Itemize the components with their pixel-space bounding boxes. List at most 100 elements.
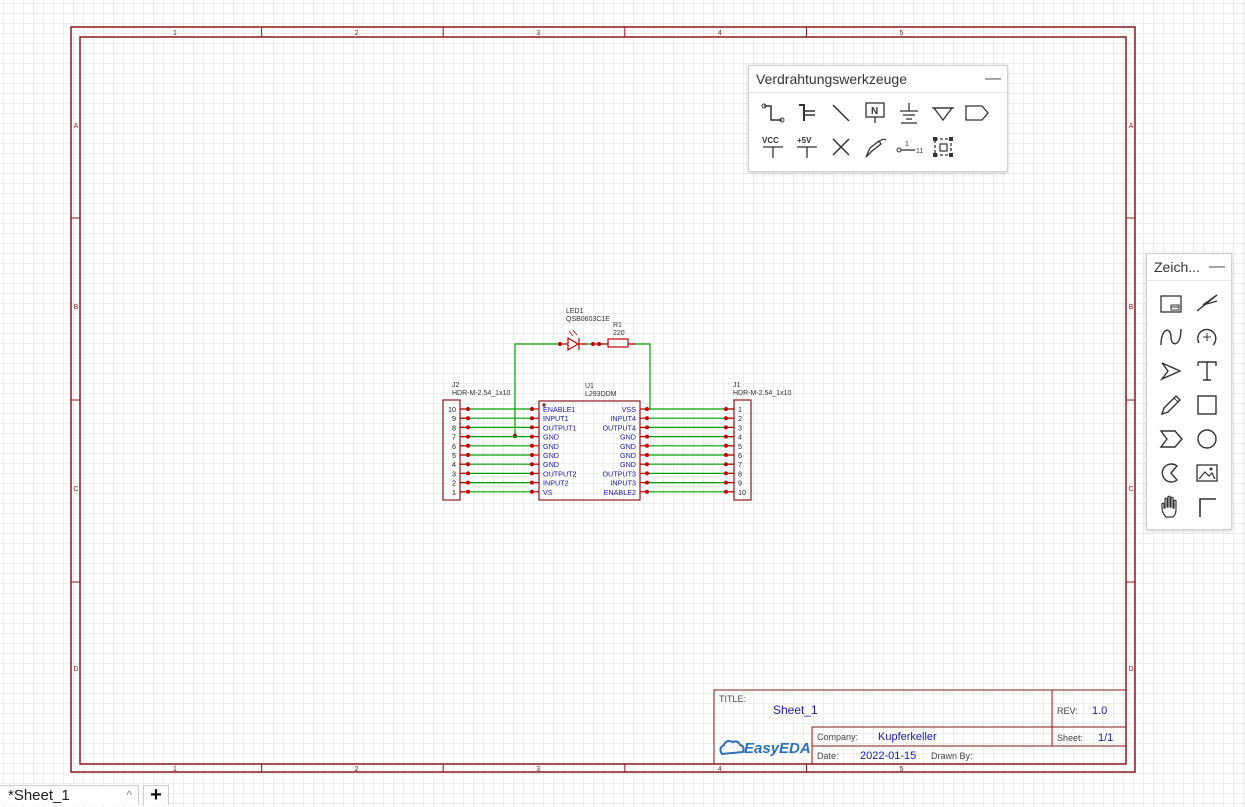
pin-icon: 111 — [896, 141, 923, 155]
company-label: Company: — [817, 732, 858, 742]
u1-left-pin-labels: ENABLE1INPUT1OUTPUT1GNDGNDGNDGNDOUTPUT2I… — [543, 405, 577, 497]
vcc-icon: VCC — [762, 136, 783, 158]
j1-pin-number: 2 — [738, 414, 742, 423]
wire-icon — [761, 103, 785, 123]
sheet-tab[interactable]: *Sheet_1 ^ — [0, 785, 139, 805]
r1[interactable]: R1 220 — [607, 322, 629, 348]
u1-pin-label: GND — [620, 451, 636, 460]
u1-pin-label: VSS — [622, 405, 637, 414]
arc-tool-button[interactable] — [1191, 321, 1223, 353]
ground-icon — [900, 103, 918, 124]
j1-ref: J1 — [733, 382, 741, 389]
ground-tool-button[interactable] — [893, 97, 925, 129]
j2-ref: J2 — [452, 382, 460, 389]
r1-value: 220 — [613, 330, 625, 337]
picture-tool-button[interactable] — [1191, 457, 1223, 489]
pan-tool-button[interactable] — [1155, 491, 1187, 523]
rectangle-icon — [1197, 395, 1217, 415]
net-flag-tool-button[interactable] — [859, 131, 891, 163]
j2-pin-number: 6 — [452, 442, 456, 451]
net-label-tool-button[interactable]: N — [859, 97, 891, 129]
net-label-icon: N — [865, 102, 885, 123]
rectangle-tool-button[interactable] — [1191, 389, 1223, 421]
net-port-tool-button[interactable] — [961, 97, 993, 129]
u1-pin-label: INPUT3 — [610, 479, 636, 488]
group-tool-button[interactable] — [927, 131, 959, 163]
company-value: Kupferkeller — [878, 731, 937, 743]
frame-row-label: A — [1129, 123, 1134, 130]
drawing-panel-header[interactable]: Zeich... — — [1147, 254, 1231, 281]
line-tool-button[interactable] — [825, 97, 857, 129]
dimension-tool-button[interactable] — [1191, 491, 1223, 523]
no-connect-tool-button[interactable] — [825, 131, 857, 163]
polygon-tool-button[interactable] — [1155, 423, 1187, 455]
frame-column-label: 3 — [536, 30, 540, 37]
schematic-canvas[interactable]: 1122334455A AB BC CD D TITLE: Sheet_1 REV: 1… — [0, 0, 1245, 803]
title-value: Sheet_1 — [773, 703, 818, 717]
u1-pin-label: GND — [543, 460, 559, 469]
j1-pin-number: 9 — [738, 479, 742, 488]
add-sheet-button[interactable]: + — [143, 784, 169, 806]
led1-ref: LED1 — [566, 308, 584, 315]
u1-pin-label: INPUT2 — [543, 479, 569, 488]
polyline-icon — [1196, 294, 1218, 312]
u1-pin-label: OUTPUT2 — [543, 469, 577, 478]
no-connect-icon — [832, 138, 850, 156]
chevron-up-icon[interactable]: ^ — [126, 788, 132, 802]
sheet-label: Sheet: — [1057, 733, 1083, 743]
wiring-tools-panel[interactable]: Verdrahtungswerkzeuge — N VCC +5V 1 11 — [748, 65, 1008, 172]
wire-tool-button[interactable] — [757, 97, 789, 129]
sheet-tab-bar: *Sheet_1 ^ + — [0, 783, 1245, 806]
wiring-panel-header[interactable]: Verdrahtungswerkzeuge — — [749, 66, 1007, 93]
bezier-tool-button[interactable] — [1155, 321, 1187, 353]
text-tool-button[interactable] — [1191, 355, 1223, 387]
u1-pin-label: OUTPUT4 — [602, 423, 636, 432]
j2-pin-labels: 10987654321 — [448, 405, 456, 497]
sheet-tab-label: *Sheet_1 — [8, 787, 70, 804]
frame-column-label: 1 — [173, 30, 177, 37]
u1-pin-label: INPUT4 — [610, 414, 636, 423]
svg-text:11: 11 — [916, 148, 923, 155]
u1-pin-label: INPUT1 — [543, 414, 569, 423]
polyline-tool-button[interactable] — [1191, 287, 1223, 319]
net-wires[interactable] — [460, 407, 734, 494]
frame-row-label: A — [74, 123, 79, 130]
image-tool-button[interactable] — [1155, 287, 1187, 319]
u1-pin-label: GND — [543, 442, 559, 451]
j1-pin-number: 4 — [738, 433, 742, 442]
date-value: 2022-01-15 — [860, 750, 916, 762]
freehand-tool-button[interactable] — [1155, 389, 1187, 421]
easyeda-logo: EasyEDA — [719, 740, 811, 757]
wiring-panel-minimize-button[interactable]: — — [985, 71, 1001, 87]
pin-tool-button[interactable]: 1 11 — [893, 131, 925, 163]
frame-row-label: D — [1128, 666, 1133, 673]
wiring-panel-title: Verdrahtungswerkzeuge — [756, 71, 907, 87]
arrow-tool-button[interactable] — [1155, 355, 1187, 387]
bus-tool-button[interactable] — [791, 97, 823, 129]
cloud-icon — [719, 740, 745, 756]
svg-text:VCC: VCC — [762, 136, 779, 145]
pie-tool-button[interactable] — [1155, 457, 1187, 489]
drawing-tools-panel[interactable]: Zeich... — — [1146, 253, 1232, 530]
u1-pin-label: GND — [620, 460, 636, 469]
svg-text:EasyEDA: EasyEDA — [744, 740, 811, 757]
svg-text:1: 1 — [905, 141, 909, 148]
frame-column-label: 5 — [899, 30, 903, 37]
vcc-tool-button[interactable]: VCC — [757, 131, 789, 163]
u1-pin-label: OUTPUT1 — [543, 423, 577, 432]
polygon-icon — [1159, 430, 1183, 448]
arc-icon — [1197, 328, 1217, 346]
schematic[interactable]: LED1 QSB0603C1E R1 220 U1 L293DDM ENABLE… — [442, 308, 791, 501]
drawing-panel-minimize-button[interactable]: — — [1209, 259, 1225, 275]
text-icon — [1197, 361, 1217, 381]
j1-value: HDR-M-2.54_1x10 — [733, 390, 791, 397]
frame-column-label: 3 — [536, 766, 540, 773]
circle-tool-button[interactable] — [1191, 423, 1223, 455]
frame-row-label: B — [74, 304, 79, 311]
netport-ground-tool-button[interactable] — [927, 97, 959, 129]
u1-pin-label: GND — [620, 442, 636, 451]
plus5v-tool-button[interactable]: +5V — [791, 131, 823, 163]
j1-pin-number: 6 — [738, 451, 742, 460]
bezier-curve-icon — [1160, 328, 1182, 346]
svg-text:N: N — [871, 106, 878, 117]
